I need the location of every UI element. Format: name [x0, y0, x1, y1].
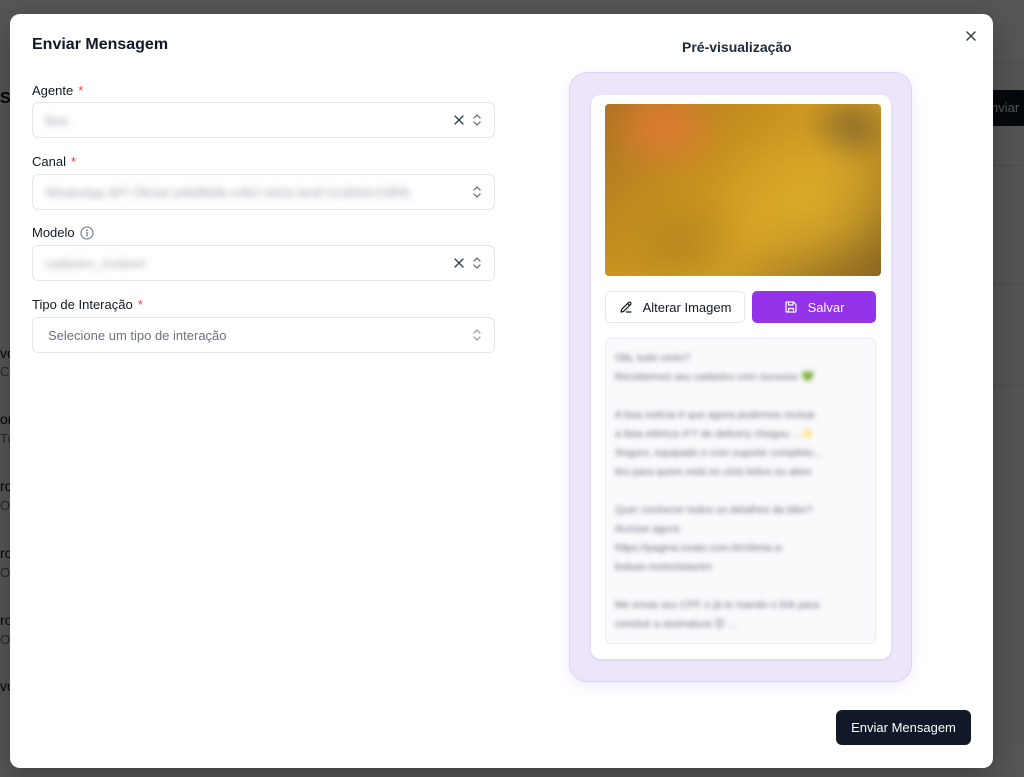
modal-title: Enviar Mensagem: [32, 36, 169, 53]
message-line: Me envia seu CPF e já te mando o link pa…: [615, 599, 820, 611]
channel-label: Canal *: [32, 154, 77, 169]
template-label: Modelo: [32, 225, 94, 240]
interaction-type-label: Tipo de Interação *: [32, 297, 143, 312]
message-line: [615, 577, 866, 596]
channel-select[interactable]: WhatsApp API Oficial (e8d9b6b-e4b2-4d1b-…: [32, 174, 495, 210]
message-text-preview: Olá, tudo certo? Recebemos seu cadastro c…: [605, 338, 876, 644]
message-line: A boa notícia é que agora podemos revisa…: [615, 409, 816, 421]
message-card: Alterar Imagem Salvar Olá, tudo certo? Re…: [591, 95, 891, 659]
message-line: bolsas-motoristas/en: [615, 561, 712, 573]
channel-value: WhatsApp API Oficial (e8d9b6b-e4b2-4d1b-…: [45, 184, 410, 200]
message-line: Quer conhecer todos os detalhes da bike?: [615, 504, 813, 516]
message-line: concluir a assinatura 😊 ...: [615, 618, 737, 630]
chevron-up-down-icon: [472, 113, 482, 127]
info-icon[interactable]: [80, 225, 94, 240]
required-marker: *: [70, 154, 77, 169]
pencil-icon: [619, 300, 633, 314]
required-marker: *: [78, 83, 84, 98]
send-message-modal: Enviar Mensagem Agente * Bea Canal * Wha…: [10, 14, 993, 768]
message-line: https://pagina.exato.com.br/oferta-a-: [615, 542, 785, 554]
clear-icon[interactable]: [454, 115, 464, 125]
message-line: Recebemos seu cadastro com sucesso 💚: [615, 371, 815, 383]
agent-value: Bea: [45, 112, 69, 128]
save-button[interactable]: Salvar: [752, 291, 876, 323]
message-line: Olá, tudo certo?: [615, 352, 690, 364]
save-label: Salvar: [807, 299, 845, 315]
interaction-type-select[interactable]: Selecione um tipo de interação: [32, 317, 495, 353]
required-marker: *: [137, 297, 143, 312]
agent-select[interactable]: Bea: [32, 102, 495, 138]
template-select[interactable]: cadastro_inviável: [32, 245, 495, 281]
change-image-button[interactable]: Alterar Imagem: [605, 291, 745, 323]
message-line: tiro para quem está no ciclo letivo ou a…: [615, 466, 812, 478]
change-image-label: Alterar Imagem: [642, 299, 732, 315]
save-icon: [784, 300, 798, 314]
chevron-up-down-icon: [472, 256, 482, 270]
preview-image: [605, 104, 881, 276]
message-line: [615, 387, 866, 406]
message-line: [615, 482, 866, 501]
agent-label: Agente *: [32, 83, 84, 98]
template-value: cadastro_inviável: [45, 255, 146, 271]
message-line: a lista elétrica 4*7 de delivery chegou …: [615, 428, 814, 440]
chevron-up-down-icon: [472, 328, 482, 342]
message-line: Seguro, equipado e com suporte completo.…: [615, 447, 822, 459]
interaction-type-placeholder: Selecione um tipo de interação: [48, 327, 227, 343]
close-button[interactable]: [962, 27, 980, 45]
preview-title: Pré-visualização: [682, 39, 792, 55]
clear-icon[interactable]: [454, 258, 464, 268]
send-message-button[interactable]: Enviar Mensagem: [836, 710, 971, 745]
message-line: Acesse agora: [615, 523, 680, 535]
chevron-up-down-icon: [472, 185, 482, 199]
phone-preview: Alterar Imagem Salvar Olá, tudo certo? Re…: [569, 72, 912, 682]
close-icon: [966, 31, 976, 41]
